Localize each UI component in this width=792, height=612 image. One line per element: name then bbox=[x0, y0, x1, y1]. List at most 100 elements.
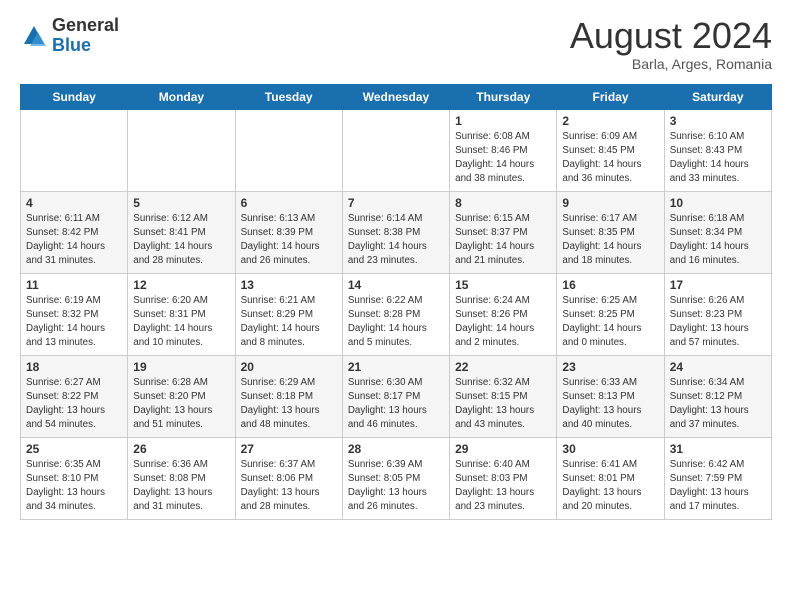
day-info: Sunrise: 6:37 AM Sunset: 8:06 PM Dayligh… bbox=[241, 458, 337, 515]
calendar-week-1: 1Sunrise: 6:08 AM Sunset: 8:46 PM Daylig… bbox=[21, 109, 772, 191]
table-row: 11 Sunrise: 6:19 AM Sunset: 8:32 PM Dayli… bbox=[21, 273, 128, 355]
title-month: August 2024 bbox=[570, 16, 772, 56]
table-row: 6Sunrise: 6:13 AM Sunset: 8:39 PM Daylig… bbox=[235, 191, 342, 273]
title-location: Barla, Arges, Romania bbox=[570, 56, 772, 72]
day-info: Sunrise: 6:19 AM Sunset: 8:32 PM Dayligh… bbox=[26, 294, 122, 351]
table-row: 8 Sunrise: 6:15 AM Sunset: 8:37 PM Daylig… bbox=[450, 191, 557, 273]
calendar-week-3: 11 Sunrise: 6:19 AM Sunset: 8:32 PM Dayli… bbox=[21, 273, 772, 355]
day-number: 30 bbox=[562, 442, 658, 456]
day-number: 11 bbox=[26, 278, 122, 292]
day-number: 7 bbox=[348, 196, 444, 210]
day-number: 23 bbox=[562, 360, 658, 374]
day-info: Sunrise: 6:17 AM Sunset: 8:35 PM Dayligh… bbox=[562, 212, 658, 269]
day-info: Sunrise: 6:25 AM Sunset: 8:25 PM Dayligh… bbox=[562, 294, 658, 351]
logo-blue-text: Blue bbox=[52, 36, 119, 56]
table-row: 31 Sunrise: 6:42 AM Sunset: 7:59 PM Dayli… bbox=[664, 437, 771, 519]
page: General Blue August 2024 Barla, Arges, R… bbox=[0, 0, 792, 530]
day-info: Sunrise: 6:22 AM Sunset: 8:28 PM Dayligh… bbox=[348, 294, 444, 351]
day-number: 5 bbox=[133, 196, 229, 210]
day-number: 19 bbox=[133, 360, 229, 374]
day-info: Sunrise: 6:42 AM Sunset: 7:59 PM Dayligh… bbox=[670, 458, 766, 515]
col-friday: Friday bbox=[557, 84, 664, 109]
col-saturday: Saturday bbox=[664, 84, 771, 109]
day-number: 13 bbox=[241, 278, 337, 292]
day-number: 14 bbox=[348, 278, 444, 292]
table-row: 7Sunrise: 6:14 AM Sunset: 8:38 PM Daylig… bbox=[342, 191, 449, 273]
day-number: 16 bbox=[562, 278, 658, 292]
table-row: 17 Sunrise: 6:26 AM Sunset: 8:23 PM Dayli… bbox=[664, 273, 771, 355]
col-sunday: Sunday bbox=[21, 84, 128, 109]
day-info: Sunrise: 6:21 AM Sunset: 8:29 PM Dayligh… bbox=[241, 294, 337, 351]
table-row: 9Sunrise: 6:17 AM Sunset: 8:35 PM Daylig… bbox=[557, 191, 664, 273]
table-row: 18 Sunrise: 6:27 AM Sunset: 8:22 PM Dayli… bbox=[21, 355, 128, 437]
day-info: Sunrise: 6:40 AM Sunset: 8:03 PM Dayligh… bbox=[455, 458, 551, 515]
day-number: 29 bbox=[455, 442, 551, 456]
table-row: 23 Sunrise: 6:33 AM Sunset: 8:13 PM Dayli… bbox=[557, 355, 664, 437]
day-info: Sunrise: 6:11 AM Sunset: 8:42 PM Dayligh… bbox=[26, 212, 122, 269]
table-row: 20 Sunrise: 6:29 AM Sunset: 8:18 PM Dayli… bbox=[235, 355, 342, 437]
day-info: Sunrise: 6:09 AM Sunset: 8:45 PM Dayligh… bbox=[562, 130, 658, 187]
day-info: Sunrise: 6:08 AM Sunset: 8:46 PM Dayligh… bbox=[455, 130, 551, 187]
day-number: 17 bbox=[670, 278, 766, 292]
day-number: 26 bbox=[133, 442, 229, 456]
table-row: 12Sunrise: 6:20 AM Sunset: 8:31 PM Dayli… bbox=[128, 273, 235, 355]
day-info: Sunrise: 6:34 AM Sunset: 8:12 PM Dayligh… bbox=[670, 376, 766, 433]
logo-general-text: General bbox=[52, 16, 119, 36]
table-row: 3Sunrise: 6:10 AM Sunset: 8:43 PM Daylig… bbox=[664, 109, 771, 191]
day-number: 4 bbox=[26, 196, 122, 210]
logo-icon bbox=[20, 22, 48, 50]
table-row: 4 Sunrise: 6:11 AM Sunset: 8:42 PM Daylig… bbox=[21, 191, 128, 273]
calendar-header-row: Sunday Monday Tuesday Wednesday Thursday… bbox=[21, 84, 772, 109]
day-info: Sunrise: 6:12 AM Sunset: 8:41 PM Dayligh… bbox=[133, 212, 229, 269]
table-row: 14 Sunrise: 6:22 AM Sunset: 8:28 PM Dayli… bbox=[342, 273, 449, 355]
day-info: Sunrise: 6:27 AM Sunset: 8:22 PM Dayligh… bbox=[26, 376, 122, 433]
day-info: Sunrise: 6:29 AM Sunset: 8:18 PM Dayligh… bbox=[241, 376, 337, 433]
day-info: Sunrise: 6:41 AM Sunset: 8:01 PM Dayligh… bbox=[562, 458, 658, 515]
table-row: 1Sunrise: 6:08 AM Sunset: 8:46 PM Daylig… bbox=[450, 109, 557, 191]
day-info: Sunrise: 6:33 AM Sunset: 8:13 PM Dayligh… bbox=[562, 376, 658, 433]
day-info: Sunrise: 6:18 AM Sunset: 8:34 PM Dayligh… bbox=[670, 212, 766, 269]
day-number: 20 bbox=[241, 360, 337, 374]
logo-text: General Blue bbox=[52, 16, 119, 56]
day-number: 22 bbox=[455, 360, 551, 374]
col-monday: Monday bbox=[128, 84, 235, 109]
table-row: 2 Sunrise: 6:09 AM Sunset: 8:45 PM Daylig… bbox=[557, 109, 664, 191]
day-info: Sunrise: 6:35 AM Sunset: 8:10 PM Dayligh… bbox=[26, 458, 122, 515]
day-number: 21 bbox=[348, 360, 444, 374]
table-row bbox=[21, 109, 128, 191]
day-info: Sunrise: 6:30 AM Sunset: 8:17 PM Dayligh… bbox=[348, 376, 444, 433]
table-row: 27Sunrise: 6:37 AM Sunset: 8:06 PM Dayli… bbox=[235, 437, 342, 519]
table-row: 30 Sunrise: 6:41 AM Sunset: 8:01 PM Dayli… bbox=[557, 437, 664, 519]
table-row: 22 Sunrise: 6:32 AM Sunset: 8:15 PM Dayli… bbox=[450, 355, 557, 437]
table-row: 15 Sunrise: 6:24 AM Sunset: 8:26 PM Dayli… bbox=[450, 273, 557, 355]
table-row bbox=[128, 109, 235, 191]
calendar-table: Sunday Monday Tuesday Wednesday Thursday… bbox=[20, 84, 772, 520]
day-number: 8 bbox=[455, 196, 551, 210]
day-number: 28 bbox=[348, 442, 444, 456]
table-row bbox=[342, 109, 449, 191]
table-row: 5 Sunrise: 6:12 AM Sunset: 8:41 PM Daylig… bbox=[128, 191, 235, 273]
day-info: Sunrise: 6:32 AM Sunset: 8:15 PM Dayligh… bbox=[455, 376, 551, 433]
table-row: 13 Sunrise: 6:21 AM Sunset: 8:29 PM Dayli… bbox=[235, 273, 342, 355]
col-tuesday: Tuesday bbox=[235, 84, 342, 109]
header: General Blue August 2024 Barla, Arges, R… bbox=[20, 16, 772, 72]
table-row: 26Sunrise: 6:36 AM Sunset: 8:08 PM Dayli… bbox=[128, 437, 235, 519]
day-number: 15 bbox=[455, 278, 551, 292]
day-info: Sunrise: 6:24 AM Sunset: 8:26 PM Dayligh… bbox=[455, 294, 551, 351]
table-row: 29 Sunrise: 6:40 AM Sunset: 8:03 PM Dayli… bbox=[450, 437, 557, 519]
table-row: 19 Sunrise: 6:28 AM Sunset: 8:20 PM Dayli… bbox=[128, 355, 235, 437]
day-info: Sunrise: 6:28 AM Sunset: 8:20 PM Dayligh… bbox=[133, 376, 229, 433]
col-wednesday: Wednesday bbox=[342, 84, 449, 109]
day-info: Sunrise: 6:26 AM Sunset: 8:23 PM Dayligh… bbox=[670, 294, 766, 351]
day-info: Sunrise: 6:15 AM Sunset: 8:37 PM Dayligh… bbox=[455, 212, 551, 269]
table-row bbox=[235, 109, 342, 191]
day-number: 18 bbox=[26, 360, 122, 374]
day-number: 2 bbox=[562, 114, 658, 128]
day-number: 31 bbox=[670, 442, 766, 456]
day-number: 25 bbox=[26, 442, 122, 456]
day-number: 24 bbox=[670, 360, 766, 374]
col-thursday: Thursday bbox=[450, 84, 557, 109]
table-row: 28Sunrise: 6:39 AM Sunset: 8:05 PM Dayli… bbox=[342, 437, 449, 519]
title-block: August 2024 Barla, Arges, Romania bbox=[570, 16, 772, 72]
calendar-week-4: 18 Sunrise: 6:27 AM Sunset: 8:22 PM Dayli… bbox=[21, 355, 772, 437]
